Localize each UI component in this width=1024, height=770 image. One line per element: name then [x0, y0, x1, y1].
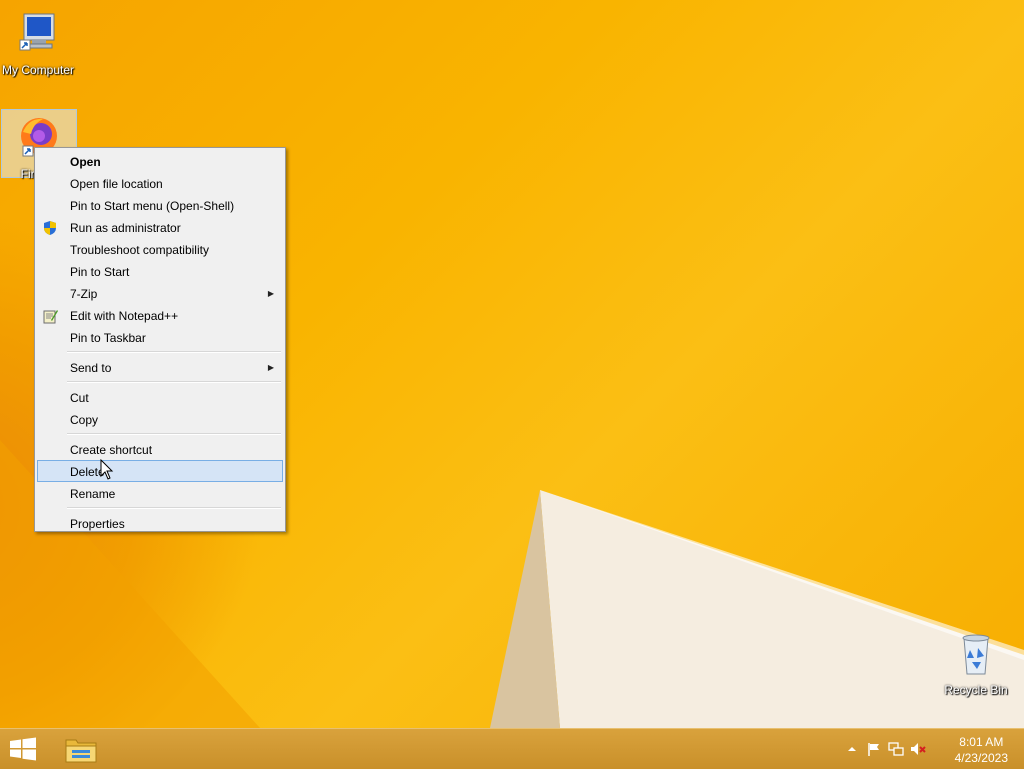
menu-item-label: Edit with Notepad++ — [70, 309, 179, 323]
menu-item-label: Send to — [70, 361, 112, 375]
mouse-cursor-icon — [100, 459, 114, 480]
menu-item-rename[interactable]: Rename — [37, 482, 283, 504]
menu-item-label: Run as administrator — [70, 221, 181, 235]
menu-item-cut[interactable]: Cut — [37, 386, 283, 408]
system-tray: 8:01 AM 4/23/2023 — [844, 729, 1024, 769]
show-hidden-icons-chevron-icon[interactable] — [844, 741, 860, 757]
taskbar-file-explorer-button[interactable] — [60, 731, 102, 767]
desktop-icon-recycle-bin[interactable]: Recycle Bin — [938, 630, 1014, 697]
menu-item-label: Create shortcut — [70, 443, 153, 457]
submenu-arrow-icon: ▶ — [267, 363, 274, 372]
my-computer-icon — [19, 13, 55, 51]
submenu-arrow-icon: ▶ — [267, 289, 274, 298]
desktop-icon-my-computer[interactable]: My Computer — [0, 8, 76, 77]
windows-logo-icon — [10, 737, 36, 761]
menu-item-edit-with-notepadpp[interactable]: Edit with Notepad++ — [37, 304, 283, 326]
menu-item-label: Pin to Start — [70, 265, 130, 279]
menu-item-label: Cut — [70, 391, 89, 405]
menu-item-create-shortcut[interactable]: Create shortcut — [37, 438, 283, 460]
desktop-icon-label: My Computer — [1, 63, 75, 77]
menu-item-label: Troubleshoot compatibility — [70, 243, 209, 257]
menu-item-copy[interactable]: Copy — [37, 408, 283, 430]
menu-item-properties[interactable]: Properties — [37, 512, 283, 534]
clock-time: 8:01 AM — [959, 735, 1004, 749]
context-menu: Open Open file location Pin to Start men… — [34, 147, 286, 532]
menu-item-run-as-administrator[interactable]: Run as administrator — [37, 216, 283, 238]
menu-item-label: Pin to Taskbar — [70, 331, 146, 345]
menu-item-label: Properties — [70, 517, 125, 531]
menu-item-7-zip[interactable]: 7-Zip ▶ — [37, 282, 283, 304]
menu-item-label: Open file location — [70, 177, 163, 191]
menu-item-pin-to-start-menu-open-shell[interactable]: Pin to Start menu (Open-Shell) — [37, 194, 283, 216]
desktop-icon-label: Recycle Bin — [944, 683, 1008, 697]
file-explorer-icon — [65, 739, 97, 763]
menu-separator — [67, 351, 281, 353]
uac-shield-icon — [44, 221, 56, 235]
menu-separator — [67, 381, 281, 383]
menu-separator — [67, 433, 281, 435]
menu-item-label: 7-Zip — [70, 287, 98, 301]
menu-item-open-file-location[interactable]: Open file location — [37, 172, 283, 194]
menu-item-label: Pin to Start menu (Open-Shell) — [70, 199, 235, 213]
menu-item-label: Rename — [70, 487, 116, 501]
volume-muted-icon[interactable] — [910, 741, 926, 757]
menu-item-open[interactable]: Open — [37, 150, 283, 172]
menu-item-send-to[interactable]: Send to ▶ — [37, 356, 283, 378]
clock-date: 4/23/2023 — [954, 751, 1008, 765]
menu-item-troubleshoot-compatibility[interactable]: Troubleshoot compatibility — [37, 238, 283, 260]
start-button[interactable] — [6, 735, 40, 763]
menu-item-pin-to-start[interactable]: Pin to Start — [37, 260, 283, 282]
menu-separator — [67, 507, 281, 509]
menu-item-label: Open — [70, 155, 101, 169]
taskbar: 8:01 AM 4/23/2023 — [0, 728, 1024, 769]
notepadpp-icon — [43, 310, 58, 324]
menu-item-pin-to-taskbar[interactable]: Pin to Taskbar — [37, 326, 283, 348]
recycle-bin-icon — [962, 634, 990, 675]
menu-item-delete[interactable]: Delete — [37, 460, 283, 482]
action-center-flag-icon[interactable] — [866, 741, 882, 757]
menu-item-label: Copy — [70, 413, 99, 427]
network-icon[interactable] — [888, 741, 904, 757]
desktop[interactable]: My Computer Firefox Recycle Bin Open Ope… — [0, 0, 1024, 728]
taskbar-clock[interactable]: 8:01 AM 4/23/2023 — [955, 734, 1008, 766]
